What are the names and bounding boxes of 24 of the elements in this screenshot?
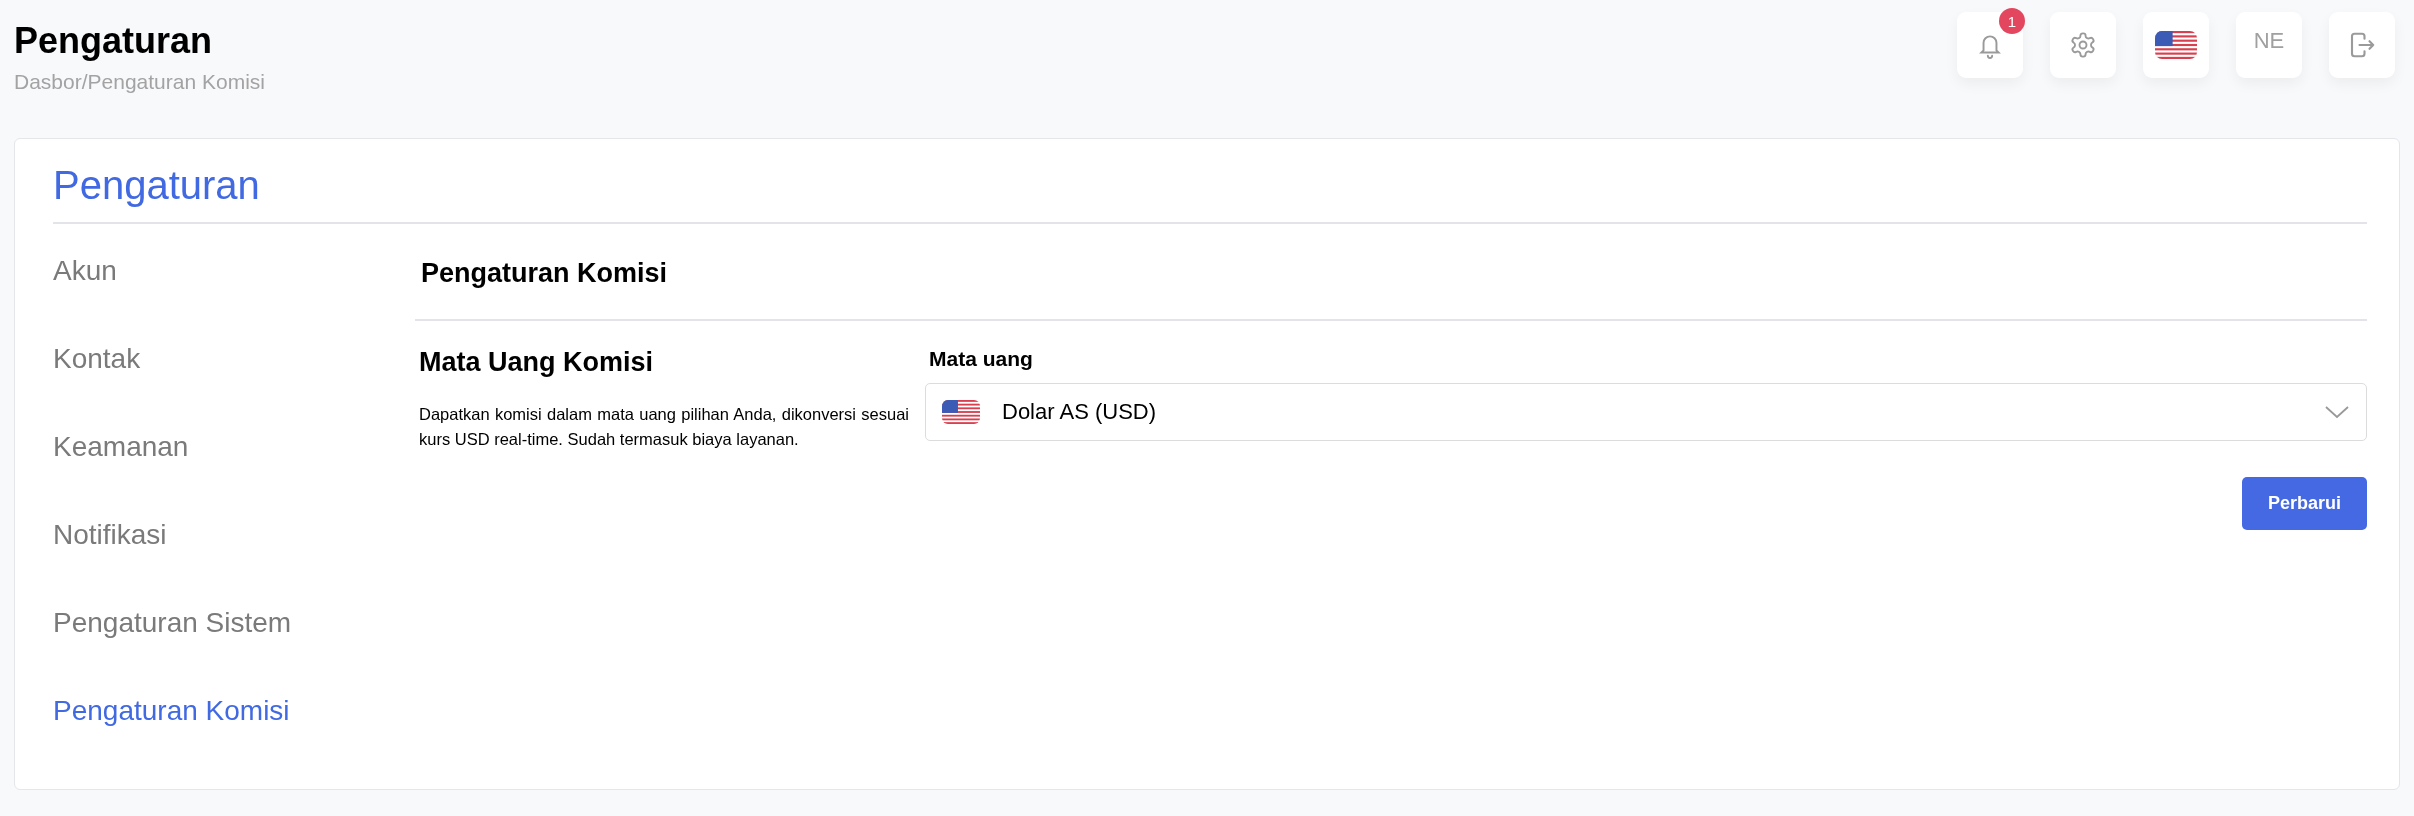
settings-menu-item[interactable]: Notifikasi — [53, 518, 415, 552]
field-label: Mata uang — [928, 347, 1034, 371]
settings-menu-item[interactable]: Kontak — [53, 342, 415, 376]
user-initials-button[interactable]: NE — [2236, 12, 2302, 78]
settings-menu-item[interactable]: Keamanan — [53, 430, 415, 464]
settings-menu-item[interactable]: Akun — [53, 254, 415, 288]
settings-button[interactable] — [2050, 12, 2116, 78]
page-title: Pengaturan — [14, 20, 214, 62]
flag-icon — [942, 400, 980, 424]
language-button[interactable] — [2143, 12, 2209, 78]
breadcrumb: Dasbor/Pengaturan Komisi — [14, 70, 265, 94]
flag-icon — [2155, 31, 2197, 59]
logout-button[interactable] — [2329, 12, 2395, 78]
settings-icon — [2069, 31, 2097, 59]
card-title: Pengaturan — [53, 163, 2367, 224]
notification-badge: 1 — [1999, 8, 2025, 34]
update-button[interactable]: Perbarui — [2242, 477, 2367, 530]
currency-heading: Mata Uang Komisi — [419, 347, 655, 378]
chevron-down-icon — [2324, 405, 2350, 419]
section-title: Pengaturan Komisi — [415, 224, 2367, 321]
currency-select[interactable]: Dolar AS (USD) — [925, 383, 2367, 441]
settings-menu-item[interactable]: Pengaturan Komisi — [53, 694, 415, 728]
settings-menu-item[interactable]: Pengaturan Sistem — [53, 606, 415, 640]
currency-description: Dapatkan komisi dalam mata uang pilihan Anda, dikonversi sesuai kurs USD real-time. Sudah termasuk biaya layanan. — [419, 404, 909, 450]
